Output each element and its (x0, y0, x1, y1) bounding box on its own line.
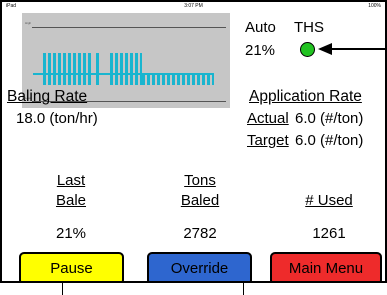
ths-status-indicator (300, 42, 315, 57)
status-battery: 100% (368, 3, 381, 9)
arrow-left-icon (318, 43, 385, 55)
status-time: 3:07 PM (184, 3, 203, 9)
baling-rate-label: Baling Rate (7, 88, 88, 105)
auto-label: Auto (245, 19, 276, 36)
chart-bars-3 (142, 73, 214, 85)
pause-pointer-line (62, 283, 63, 295)
actual-value: 6.0 (#/ton) (295, 110, 364, 127)
pause-button[interactable]: Pause (19, 252, 124, 281)
ths-label: THS (294, 19, 324, 36)
application-rate-label: Application Rate (249, 88, 362, 105)
last-bale-label-line1: Last (56, 172, 86, 189)
override-pointer-line (243, 283, 244, 295)
chart-bars-2 (110, 53, 142, 85)
tons-baled-label-line1: Tons (184, 172, 216, 189)
used-value: 1261 (312, 225, 346, 242)
chart-bars-1 (43, 53, 93, 85)
tons-baled-label-line2: Baled (180, 192, 220, 209)
target-label: Target (247, 132, 289, 149)
last-bale-label-line2: Bale (55, 192, 87, 209)
baling-rate-value: 18.0 (ton/hr) (16, 110, 98, 127)
chart-high-line (32, 27, 226, 28)
chart-bar-single (96, 53, 99, 85)
target-value: 6.0 (#/ton) (295, 132, 364, 149)
app-screen: iPad 3:07 PM 100% High Low Auto THS 21% … (0, 0, 387, 283)
status-bar: iPad 3:07 PM 100% (2, 2, 385, 11)
main-menu-button[interactable]: Main Menu (270, 252, 382, 281)
used-label: # Used (305, 192, 353, 209)
ths-percent: 21% (245, 42, 276, 59)
actual-label: Actual (247, 110, 289, 127)
chart-high-label: High (25, 21, 32, 25)
override-button[interactable]: Override (147, 252, 252, 281)
last-bale-value: 21% (55, 225, 87, 242)
tons-baled-value: 2782 (183, 225, 217, 242)
